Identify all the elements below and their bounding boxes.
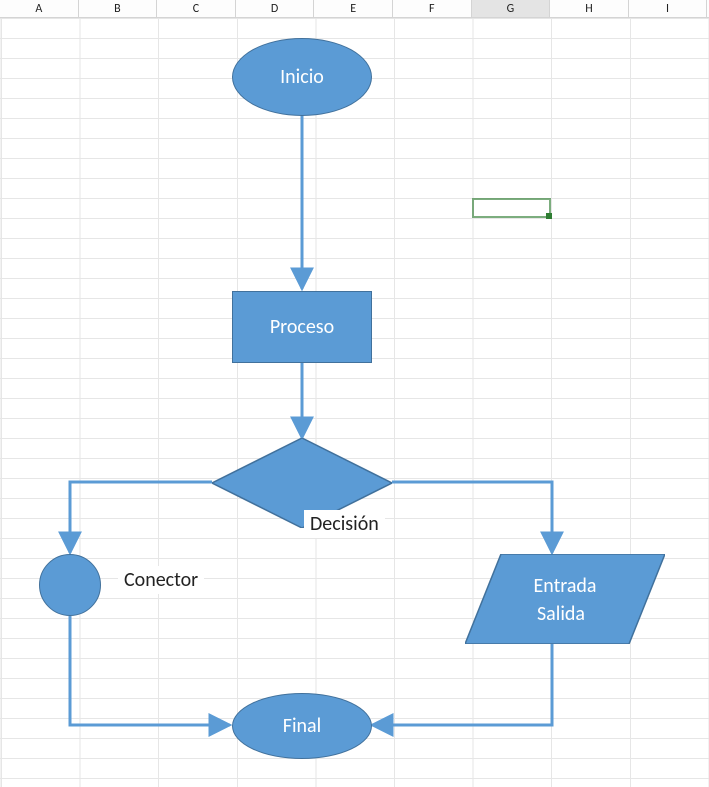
shape-label: Inicio (280, 65, 324, 89)
spreadsheet-grid[interactable] (0, 0, 709, 787)
shape-label: Proceso (270, 315, 334, 339)
col-header[interactable]: F (393, 0, 472, 17)
connector-label: Conector (118, 566, 204, 594)
svg-text:Salida: Salida (537, 602, 585, 626)
svg-text:Entrada: Entrada (533, 574, 596, 598)
col-header[interactable]: D (236, 0, 315, 17)
col-header[interactable]: A (0, 0, 79, 17)
io-parallelogram[interactable]: Entrada Salida (465, 554, 665, 644)
connector-circle[interactable] (39, 554, 101, 616)
col-header[interactable]: H (550, 0, 629, 17)
column-headers: A B C D E F G H I (0, 0, 709, 18)
col-header-selected[interactable]: G (472, 0, 551, 17)
col-header[interactable]: E (314, 0, 393, 17)
col-header[interactable]: C (157, 0, 236, 17)
terminator-inicio[interactable]: Inicio (232, 38, 372, 116)
active-cell-selection[interactable] (472, 198, 551, 218)
process-proceso[interactable]: Proceso (232, 291, 372, 363)
col-header[interactable]: B (79, 0, 158, 17)
col-header[interactable]: I (629, 0, 708, 17)
decision-label: Decisión (304, 510, 385, 538)
terminator-final[interactable]: Final (232, 693, 372, 759)
shape-label: Final (283, 714, 321, 738)
